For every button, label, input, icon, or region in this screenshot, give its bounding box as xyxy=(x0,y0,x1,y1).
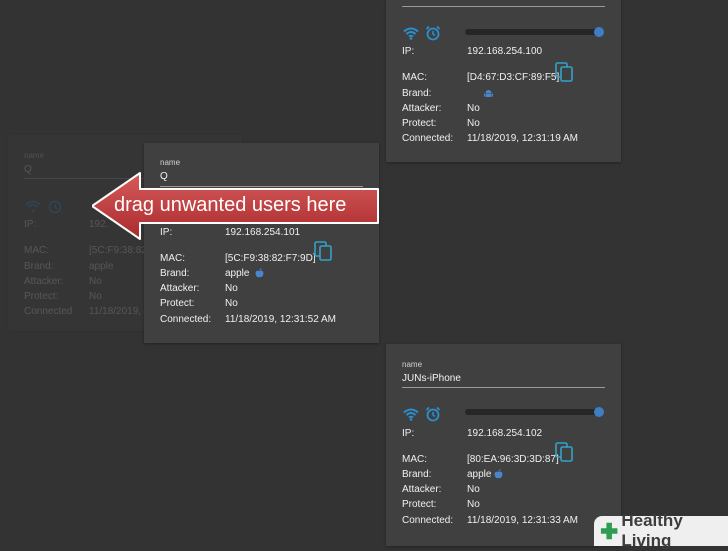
apple-icon xyxy=(255,268,264,278)
slider-track[interactable] xyxy=(465,29,600,35)
brand-label: Brand: xyxy=(24,261,54,272)
name-label: name xyxy=(24,151,45,160)
mac-label: MAC: xyxy=(402,72,427,83)
status-icons xyxy=(25,198,63,214)
attacker-label: Attacker: xyxy=(160,283,200,294)
mac-value: [5C:F9:38:82:F7:9D] xyxy=(225,253,316,264)
status-icons xyxy=(403,406,441,422)
android-icon xyxy=(484,90,493,97)
healthy-living-watermark: Healthy Living xyxy=(594,511,728,550)
name-label: name xyxy=(402,360,423,369)
name-value: Q xyxy=(24,164,32,175)
alarm-icon[interactable] xyxy=(425,25,441,41)
drag-instruction: drag unwanted users here xyxy=(114,194,347,216)
wifi-icon xyxy=(403,408,419,421)
attacker-label: Attacker: xyxy=(402,103,442,114)
protect-value: No xyxy=(89,291,102,302)
watermark-text: Healthy Living xyxy=(621,511,683,550)
connected-value: 11/18/2019, 12:31:19 AM xyxy=(467,133,579,144)
protect-label: Protect: xyxy=(160,298,195,309)
protect-label: Protect: xyxy=(402,118,437,129)
copy-icon[interactable] xyxy=(555,62,574,83)
device-card-top[interactable]: IP: 192.168.254.100 MAC: [D4:67:D3:CF:89… xyxy=(386,0,621,162)
mac-label: MAC: xyxy=(24,245,49,256)
device-card-bottom[interactable]: name JUNs-iPhone IP: 192.168.254.102 MAC… xyxy=(386,344,621,546)
attacker-value: No xyxy=(467,103,480,114)
ip-value: 192.168.254.100 xyxy=(467,46,543,57)
protect-label: Protect: xyxy=(402,499,437,510)
connected-value: 11/18/2019, 12:31:33 AM xyxy=(467,515,579,526)
name-field-underline xyxy=(402,6,605,7)
name-label: name xyxy=(160,158,181,167)
connected-value: 11/18/2019, 12:31:52 AM xyxy=(225,314,337,325)
wifi-icon xyxy=(403,27,419,40)
protect-value: No xyxy=(467,499,480,510)
brand-label: Brand: xyxy=(160,268,190,279)
mac-value: [80:EA:96:3D:3D:87] xyxy=(467,454,559,465)
copy-icon[interactable] xyxy=(555,442,574,463)
mac-label: MAC: xyxy=(402,454,427,465)
brand-value: apple xyxy=(467,469,492,480)
ip-value: 192.168.254.102 xyxy=(467,428,543,439)
alarm-icon[interactable] xyxy=(425,406,441,422)
slider-knob[interactable] xyxy=(594,407,604,417)
connected-value: 11/18/2019, xyxy=(89,306,142,317)
protect-value: No xyxy=(225,298,238,309)
connected-label: Connected: xyxy=(402,133,454,144)
copy-icon[interactable] xyxy=(314,241,333,262)
status-icons xyxy=(403,25,441,41)
name-input[interactable]: JUNs-iPhone xyxy=(402,373,461,384)
attacker-label: Attacker: xyxy=(24,276,64,287)
slider-track[interactable] xyxy=(465,409,600,415)
connected-label: Connected: xyxy=(402,515,454,526)
connected-label: Connected: xyxy=(160,314,212,325)
attacker-value: No xyxy=(89,276,102,287)
protect-label: Protect: xyxy=(24,291,59,302)
ip-label: IP: xyxy=(402,46,415,57)
brand-label: Brand: xyxy=(402,469,432,480)
attacker-value: No xyxy=(225,283,238,294)
ip-label: IP: xyxy=(402,428,415,439)
alarm-icon xyxy=(48,200,62,214)
brand-label: Brand: xyxy=(402,88,432,99)
brand-value: apple xyxy=(89,261,114,272)
mac-label: MAC: xyxy=(160,253,185,264)
name-field-underline xyxy=(402,387,605,388)
mac-value: [5C:F9:38:82 xyxy=(89,245,147,256)
slider-knob[interactable] xyxy=(594,27,604,37)
wifi-icon xyxy=(25,200,41,212)
protect-value: No xyxy=(467,118,480,129)
apple-icon xyxy=(494,469,503,479)
attacker-label: Attacker: xyxy=(402,484,442,495)
ip-label: IP: xyxy=(24,219,37,230)
brand-value: apple xyxy=(225,268,250,279)
attacker-value: No xyxy=(467,484,480,495)
mac-value: [D4:67:D3:CF:89:F5] xyxy=(467,72,560,83)
connected-label: Connected xyxy=(24,306,73,317)
cross-logo-icon xyxy=(600,522,618,540)
